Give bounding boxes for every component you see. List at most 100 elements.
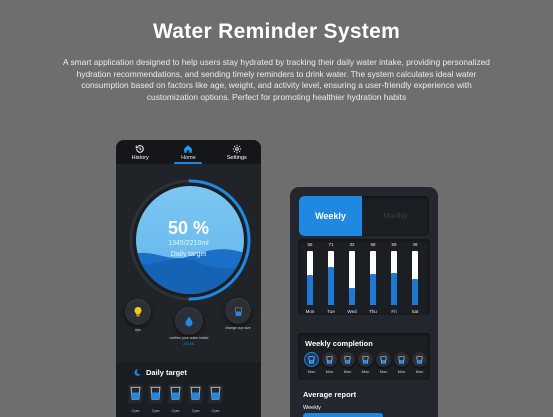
nav-settings[interactable]: Settings xyxy=(213,140,261,164)
history-icon xyxy=(135,144,144,153)
bar-fill xyxy=(328,267,334,305)
completion-day[interactable]: Mon xyxy=(322,352,337,374)
cup-icon xyxy=(148,384,163,404)
tab-weekly[interactable]: Weekly xyxy=(299,196,362,236)
completion-day[interactable]: Mon xyxy=(412,352,427,374)
cup-item[interactable]: 2 pm xyxy=(208,384,223,413)
completion-day[interactable]: Mon xyxy=(340,352,355,374)
page-title: Water Reminder System xyxy=(152,20,401,43)
gear-icon xyxy=(232,144,241,153)
cup-time: 2 pm xyxy=(151,409,160,413)
progress-caption: Daily target xyxy=(170,251,207,258)
cup-icon xyxy=(234,306,242,316)
nav-home[interactable]: Home xyxy=(164,140,212,164)
nav-history-label: History xyxy=(131,154,149,161)
bar-day-label: Fri xyxy=(391,309,397,314)
cup-icon xyxy=(416,355,423,364)
cup-status-dot xyxy=(304,352,319,367)
cup-list: 2 pm 2 pm 2 pm 2 pm 2 pm xyxy=(128,384,223,413)
average-report-bar xyxy=(303,413,383,417)
cup-status-dot xyxy=(412,352,427,367)
cup-icon xyxy=(208,384,223,404)
completion-day[interactable]: Mon xyxy=(304,352,319,374)
nav-home-label: Home xyxy=(181,154,196,161)
confirm-intake-label: confirm your water intake xyxy=(169,336,209,340)
cup-status-dot xyxy=(376,352,391,367)
bar-fill xyxy=(307,275,313,305)
nav-history[interactable]: History xyxy=(116,140,164,164)
bar-value-label: 32 xyxy=(349,242,355,247)
bar-value-label: 59 xyxy=(391,242,397,247)
completion-day-label: Mon xyxy=(325,369,334,374)
cup-item[interactable]: 2 pm xyxy=(128,384,143,413)
report-screen-phone: Weekly Monthly 55 Mon 71 Tue 32 Wed 58 Thu 59 Fri… xyxy=(290,187,438,417)
cup-icon xyxy=(168,384,183,404)
bar-fill xyxy=(391,273,397,305)
bar-column: 55 Mon xyxy=(303,242,317,314)
bar-value-label: 58 xyxy=(370,242,376,247)
home-icon xyxy=(184,144,193,153)
completion-day[interactable]: Mon xyxy=(376,352,391,374)
weekly-completion-title: Weekly completion xyxy=(305,339,373,348)
bar-value-label: 49 xyxy=(412,242,418,247)
bar-fill xyxy=(349,288,355,305)
bar-day-label: Tue xyxy=(327,309,335,314)
completion-day-label: Mon xyxy=(379,369,388,374)
change-cup-label: change cup size xyxy=(225,326,251,330)
confirm-intake-button[interactable] xyxy=(175,307,203,335)
cup-icon xyxy=(398,355,405,364)
bar-value-label: 71 xyxy=(328,242,334,247)
cup-icon xyxy=(344,355,351,364)
bar-day-label: Mon xyxy=(305,309,315,314)
cup-icon xyxy=(128,384,143,404)
bar-day-label: Thu xyxy=(369,309,377,314)
weekly-completion-panel: Weekly completion Mon Mon Mon Mon Mon Mon Mon xyxy=(298,333,430,380)
bar-column: 49 Sat xyxy=(408,242,422,314)
cup-status-dot xyxy=(340,352,355,367)
cup-item[interactable]: 2 pm xyxy=(168,384,183,413)
cup-item[interactable]: 2 pm xyxy=(148,384,163,413)
progress-ratio: 1345/2210ml xyxy=(168,240,209,247)
average-report-title: Average report xyxy=(303,390,357,399)
tips-label: tips xyxy=(135,328,141,332)
cup-time: 2 pm xyxy=(131,409,140,413)
moon-icon xyxy=(134,369,141,376)
completion-day[interactable]: Mon xyxy=(358,352,373,374)
water-drop-icon xyxy=(185,316,193,326)
bar-fill xyxy=(412,279,418,305)
cup-icon xyxy=(188,384,203,404)
change-cup-button[interactable] xyxy=(225,298,251,324)
bar-column: 71 Tue xyxy=(324,242,338,314)
cup-icon xyxy=(380,355,387,364)
completion-days: Mon Mon Mon Mon Mon Mon Mon xyxy=(304,352,427,374)
bar-day-label: Sat xyxy=(411,309,419,314)
bar-column: 32 Wed xyxy=(345,242,359,314)
cup-icon xyxy=(308,355,315,364)
completion-day-label: Mon xyxy=(307,369,316,374)
cup-icon xyxy=(362,355,369,364)
cup-item[interactable]: 2 pm xyxy=(188,384,203,413)
cup-time: 2 pm xyxy=(191,409,200,413)
bottom-nav: History Home Settings xyxy=(116,140,261,164)
page-description: A smart application designed to help use… xyxy=(63,57,490,102)
average-report-period: Weekly xyxy=(303,405,321,411)
confirm-intake-amount: 220 ML xyxy=(183,342,195,346)
daily-target-title: Daily target xyxy=(146,368,187,377)
completion-day-label: Mon xyxy=(397,369,406,374)
cup-time: 2 pm xyxy=(211,409,220,413)
bar-column: 59 Fri xyxy=(387,242,401,314)
cup-time: 2 pm xyxy=(171,409,180,413)
completion-day-label: Mon xyxy=(361,369,370,374)
daily-target-panel: Daily target 2 pm 2 pm 2 pm 2 pm 2 pm xyxy=(116,362,261,417)
completion-day[interactable]: Mon xyxy=(394,352,409,374)
cup-status-dot xyxy=(358,352,373,367)
completion-day-label: Mon xyxy=(415,369,424,374)
lightbulb-icon xyxy=(134,307,142,317)
period-tabs: Weekly Monthly xyxy=(299,196,429,236)
bar-column: 58 Thu xyxy=(366,242,380,314)
tips-button[interactable] xyxy=(125,299,151,325)
cup-status-dot xyxy=(394,352,409,367)
bar-value-label: 55 xyxy=(307,242,313,247)
tab-monthly[interactable]: Monthly xyxy=(362,196,429,236)
bar-fill xyxy=(370,274,376,305)
